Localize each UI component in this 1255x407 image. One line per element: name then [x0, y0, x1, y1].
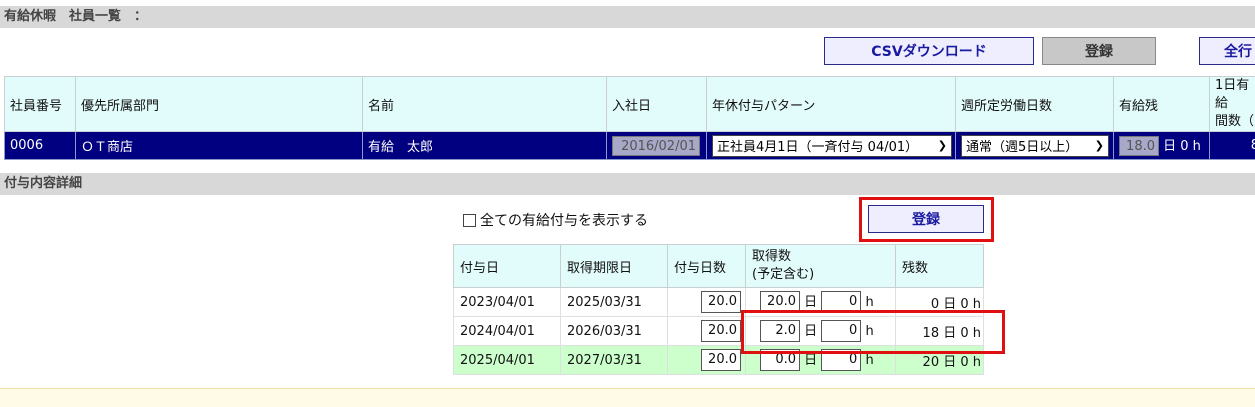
employee-department: ＯＴ商店 — [76, 132, 363, 160]
taken-cell: 2.0 日 0 h — [746, 317, 896, 346]
col-hire-date: 入社日 — [607, 77, 707, 132]
weekly-days-select[interactable]: 通常（週5日以上） ❯ — [961, 135, 1109, 157]
table-row: 2025/04/01 2027/03/31 20.0 0.0 日 0 h 20 … — [454, 346, 984, 375]
col-remaining: 残数 — [896, 245, 984, 288]
grant-days-cell: 20.0 — [668, 346, 746, 375]
taken-days-input[interactable]: 20.0 — [760, 291, 800, 313]
grant-days-cell: 20.0 — [668, 317, 746, 346]
remaining-value: 0 日 0 h — [896, 288, 984, 317]
grant-days-input[interactable]: 20.0 — [701, 291, 741, 313]
col-grant-days: 付与日数 — [668, 245, 746, 288]
csv-download-button[interactable]: CSVダウンロード — [824, 37, 1034, 65]
col-weekly-days: 週所定労働日数 — [956, 77, 1114, 132]
table-row: 2023/04/01 2025/03/31 20.0 20.0 日 0 h 0 … — [454, 288, 984, 317]
col-expiry-date: 取得期限日 — [561, 245, 668, 288]
col-daily-hours: 1日有給 間数（ — [1210, 77, 1255, 132]
taken-cell: 0.0 日 0 h — [746, 346, 896, 375]
grant-table-header: 付与日 取得期限日 付与日数 取得数 (予定含む) 残数 — [454, 245, 984, 288]
daily-hours-cell: 8 — [1210, 132, 1255, 160]
taken-hours-input[interactable]: 0 — [821, 291, 861, 313]
grant-pattern-value: 正社員4月1日（一斉付与 04/01） — [717, 136, 918, 155]
grant-days-input[interactable]: 20.0 — [701, 349, 741, 371]
chevron-down-icon: ❯ — [938, 139, 947, 152]
grant-detail-table: 付与日 取得期限日 付与日数 取得数 (予定含む) 残数 2023/04/01 … — [453, 244, 984, 375]
remaining-value: 18 日 0 h — [896, 317, 984, 346]
col-grant-date: 付与日 — [454, 245, 561, 288]
grant-days-input[interactable]: 20.0 — [701, 320, 741, 342]
col-taken: 取得数 (予定含む) — [746, 245, 896, 288]
hour-unit: h — [865, 353, 873, 368]
remaining-cell: 18.0 日 0 h — [1114, 132, 1210, 160]
taken-days-input[interactable]: 2.0 — [760, 320, 800, 342]
grant-date: 2024/04/01 — [454, 317, 561, 346]
hour-unit: h — [865, 324, 873, 339]
taken-hours-input[interactable]: 0 — [821, 320, 861, 342]
all-rows-button[interactable]: 全行 — [1199, 37, 1255, 65]
day-unit: 日 — [804, 324, 817, 339]
grant-pattern-cell: 正社員4月1日（一斉付与 04/01） ❯ — [707, 132, 956, 160]
hire-date-field: 2016/02/01 — [612, 136, 700, 156]
grant-pattern-select[interactable]: 正社員4月1日（一斉付与 04/01） ❯ — [712, 135, 952, 157]
employee-id: 0006 — [5, 132, 76, 160]
col-remaining: 有給残 — [1114, 77, 1210, 132]
day-unit: 日 — [804, 295, 817, 310]
remaining-unit: 日 0 h — [1163, 139, 1201, 154]
expiry-date: 2026/03/31 — [561, 317, 668, 346]
weekly-days-value: 通常（週5日以上） — [966, 136, 1078, 155]
col-grant-pattern: 年休付与パターン — [707, 77, 956, 132]
grant-days-cell: 20.0 — [668, 288, 746, 317]
employee-name: 有給 太郎 — [363, 132, 607, 160]
expiry-date: 2025/03/31 — [561, 288, 668, 317]
show-all-label: 全ての有給付与を表示する — [480, 210, 648, 230]
page-title: 有給休暇 社員一覧 ： — [0, 6, 1255, 28]
taken-cell: 20.0 日 0 h — [746, 288, 896, 317]
chevron-down-icon: ❯ — [1095, 139, 1104, 152]
detail-register-button[interactable]: 登録 — [868, 205, 984, 233]
taken-hours-input[interactable]: 0 — [821, 349, 861, 371]
register-button-disabled[interactable]: 登録 — [1042, 37, 1156, 65]
footer-band — [0, 388, 1255, 407]
col-department: 優先所属部門 — [76, 77, 363, 132]
grant-date: 2025/04/01 — [454, 346, 561, 375]
table-row[interactable]: 0006 ＯＴ商店 有給 太郎 2016/02/01 正社員4月1日（一斉付与 … — [5, 132, 1255, 160]
day-unit: 日 — [804, 353, 817, 368]
remaining-days-field: 18.0 — [1119, 136, 1159, 156]
taken-days-input[interactable]: 0.0 — [760, 349, 800, 371]
remaining-value: 20 日 0 h — [896, 346, 984, 375]
employee-table-header: 社員番号 優先所属部門 名前 入社日 年休付与パターン 週所定労働日数 有給残 … — [5, 77, 1255, 132]
show-all-checkbox[interactable] — [463, 214, 476, 227]
expiry-date: 2027/03/31 — [561, 346, 668, 375]
detail-section-title: 付与内容詳細 — [0, 173, 1255, 195]
col-name: 名前 — [363, 77, 607, 132]
weekly-days-cell: 通常（週5日以上） ❯ — [956, 132, 1114, 160]
employee-table: 社員番号 優先所属部門 名前 入社日 年休付与パターン 週所定労働日数 有給残 … — [4, 76, 1255, 160]
grant-date: 2023/04/01 — [454, 288, 561, 317]
table-row: 2024/04/01 2026/03/31 20.0 2.0 日 0 h 18 … — [454, 317, 984, 346]
col-employee-id: 社員番号 — [5, 77, 76, 132]
hour-unit: h — [865, 295, 873, 310]
show-all-grants-toggle[interactable]: 全ての有給付与を表示する — [463, 210, 648, 230]
hire-date-cell: 2016/02/01 — [607, 132, 707, 160]
